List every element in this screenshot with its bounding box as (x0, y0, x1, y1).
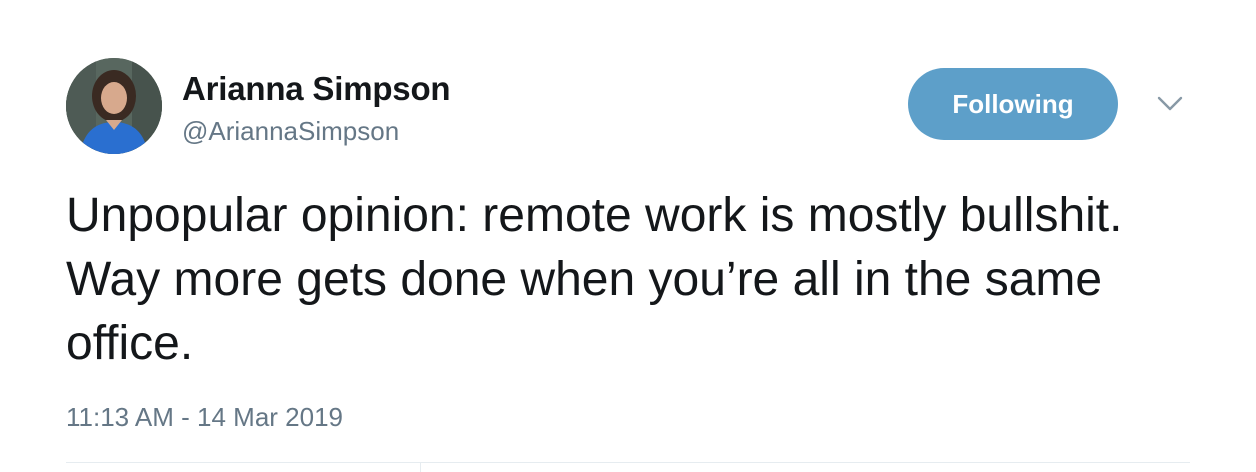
tweet-header: Arianna Simpson @AriannaSimpson Followin… (66, 58, 1196, 158)
divider (66, 462, 1190, 463)
tweet-timestamp[interactable]: 11:13 AM - 14 Mar 2019 (66, 402, 343, 433)
divider-separator (420, 462, 421, 472)
chevron-down-icon[interactable] (1156, 94, 1184, 114)
display-name[interactable]: Arianna Simpson (182, 70, 451, 108)
following-button[interactable]: Following (908, 68, 1118, 140)
tweet-text: Unpopular opinion: remote work is mostly… (66, 189, 1123, 370)
avatar-photo-icon (66, 58, 162, 154)
user-handle[interactable]: @AriannaSimpson (182, 116, 399, 147)
avatar[interactable] (66, 58, 162, 154)
tweet-card: Arianna Simpson @AriannaSimpson Followin… (0, 0, 1256, 472)
